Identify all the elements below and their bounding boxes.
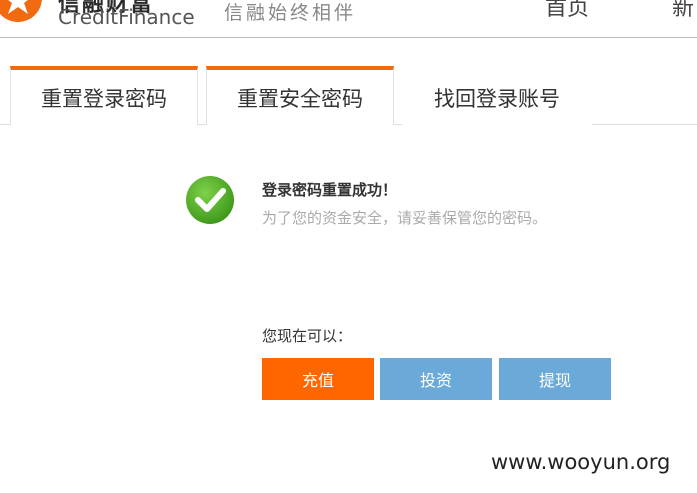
check-circle-icon [186,176,234,224]
brand-slogan: 信融始终相伴 [224,2,357,24]
brand-name-en: CreditFinance [58,5,195,29]
tab-reset-security-password[interactable]: 重置安全密码 [206,66,394,125]
withdraw-button[interactable]: 提现 [499,358,611,400]
nav-home[interactable]: 首页 [545,0,589,22]
success-title: 登录密码重置成功！ [262,181,398,199]
header-divider [0,37,697,38]
tab-label: 重置安全密码 [237,86,363,111]
recharge-button[interactable]: 充值 [262,358,374,400]
logo-icon[interactable] [0,0,48,24]
watermark: www.wooyun.org [491,450,671,474]
tab-reset-login-password[interactable]: 重置登录密码 [10,66,198,125]
tab-label: 找回登录账号 [434,86,560,111]
actions-prompt: 您现在可以： [262,327,353,345]
success-subtitle: 为了您的资金安全，请妥善保管您的密码。 [262,209,548,227]
invest-button[interactable]: 投资 [380,358,492,400]
site-header: 信融财富 CreditFinance 信融始终相伴 首页 新 [0,0,697,38]
tab-label: 重置登录密码 [41,86,167,111]
tab-recover-login-account[interactable]: 找回登录账号 [402,66,592,125]
nav-next[interactable]: 新 [672,0,694,22]
